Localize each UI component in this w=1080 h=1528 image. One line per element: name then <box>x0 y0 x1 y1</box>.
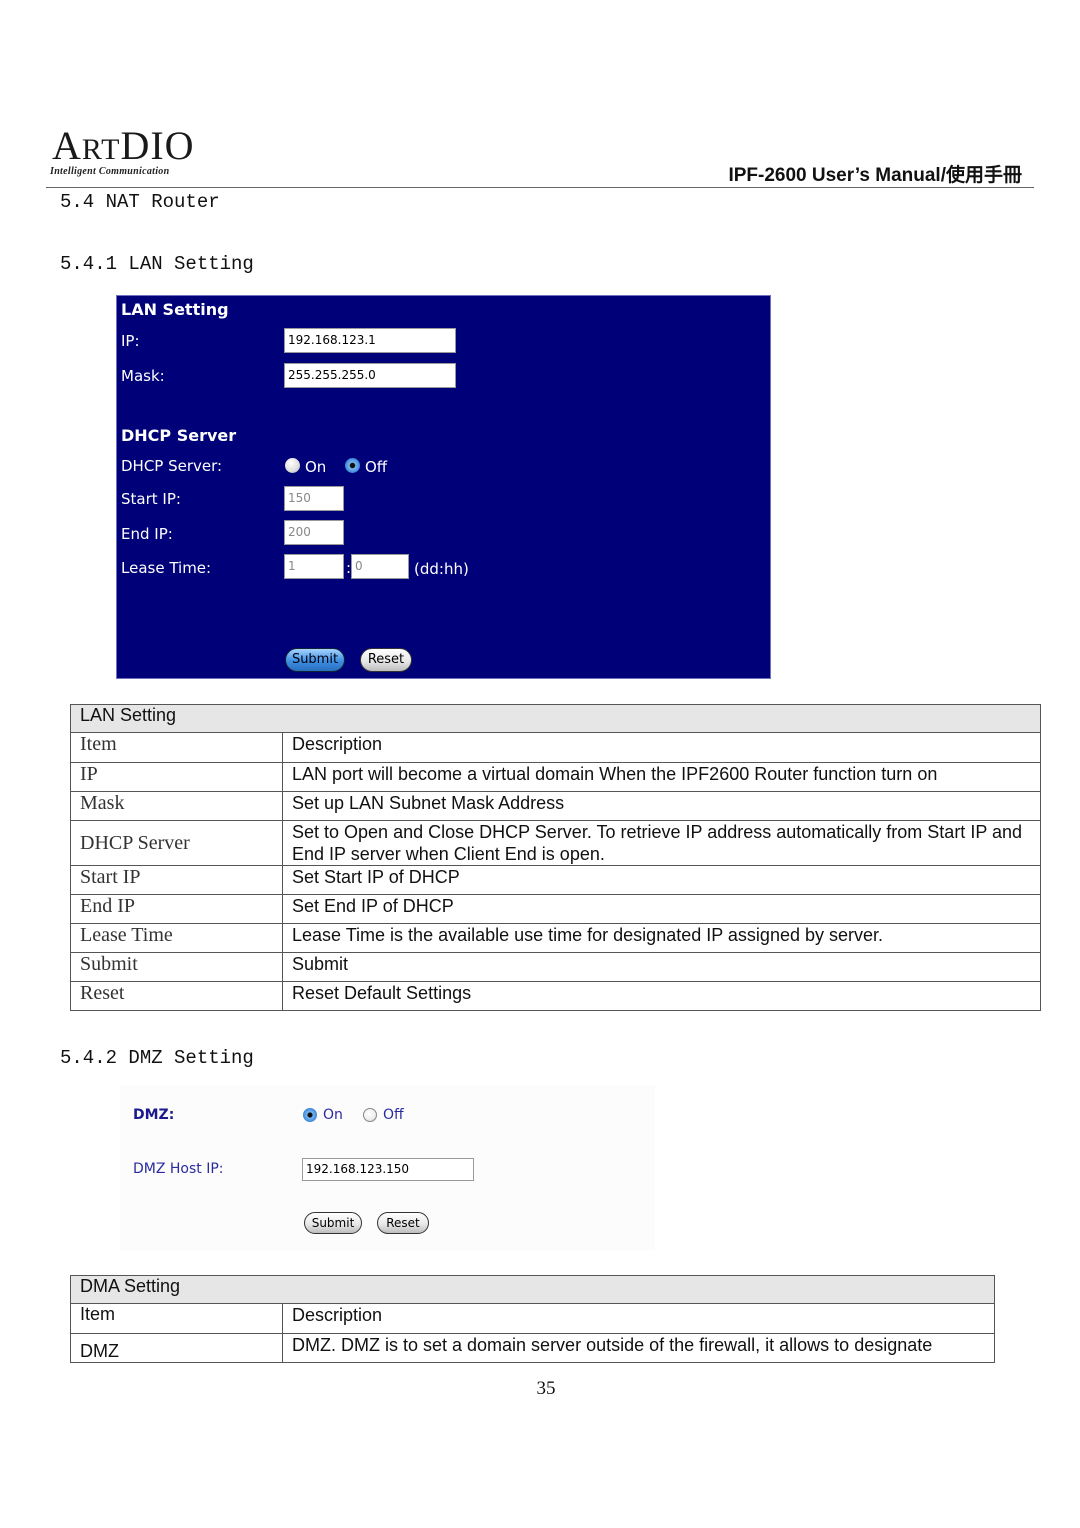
table-row: Lease Time Lease Time is the available u… <box>70 923 1041 953</box>
table-row: Start IP Set Start IP of DHCP <box>70 865 1041 895</box>
dhcp-on-radio[interactable] <box>285 458 300 473</box>
row-item: Lease Time <box>70 923 283 953</box>
dmz-setting-table: DMA Setting Item Description DMZ DMZ. DM… <box>70 1275 995 1363</box>
section-nat-router: 5.4 NAT Router <box>60 191 220 213</box>
table-row: Reset Reset Default Settings <box>70 981 1041 1011</box>
row-item: DMZ <box>70 1333 283 1363</box>
row-item: Start IP <box>70 865 283 895</box>
dmz-on-label: On <box>323 1107 343 1123</box>
ip-label: IP: <box>121 332 140 350</box>
lan-setting-panel: LAN Setting IP: 192.168.123.1 Mask: 255.… <box>116 295 771 679</box>
row-item: End IP <box>70 894 283 924</box>
ip-input[interactable]: 192.168.123.1 <box>284 328 456 353</box>
row-description: Submit <box>282 952 1041 982</box>
dhcp-section-title: DHCP Server <box>121 426 237 445</box>
logo-letter-d: D <box>120 123 151 168</box>
artdio-logo: ARTDIO <box>52 126 195 166</box>
page-number: 35 <box>536 1378 556 1399</box>
row-description: LAN port will become a virtual domain Wh… <box>282 762 1041 792</box>
dmz-submit-button[interactable]: Submit <box>304 1212 362 1234</box>
end-ip-label: End IP: <box>121 525 173 543</box>
dmz-table-header-item: Item <box>70 1303 283 1334</box>
row-description: Set End IP of DHCP <box>282 894 1041 924</box>
lease-days-input[interactable]: 1 <box>284 554 344 579</box>
mask-input[interactable]: 255.255.255.0 <box>284 363 456 388</box>
row-item: Mask <box>70 791 283 821</box>
dhcp-on-label: On <box>305 458 327 476</box>
table-row: End IP Set End IP of DHCP <box>70 894 1041 924</box>
dhcp-off-label: Off <box>365 458 388 476</box>
logo-letter-a: A <box>52 123 82 168</box>
start-ip-label: Start IP: <box>121 490 181 508</box>
dhcp-off-radio[interactable] <box>345 458 360 473</box>
section-lan-setting: 5.4.1 LAN Setting <box>60 253 254 275</box>
lease-hours-input[interactable]: 0 <box>351 554 409 579</box>
header-divider <box>46 187 1034 188</box>
lan-submit-button[interactable]: Submit <box>285 648 345 672</box>
section-dmz-setting: 5.4.2 DMZ Setting <box>60 1047 254 1069</box>
dmz-off-label: Off <box>383 1107 404 1123</box>
logo-letters-io: IO <box>150 123 195 168</box>
lease-unit-label: (dd:hh) <box>414 560 469 578</box>
table-row: Mask Set up LAN Subnet Mask Address <box>70 791 1041 821</box>
start-ip-input[interactable]: 150 <box>284 486 344 511</box>
row-item: IP <box>70 762 283 792</box>
dmz-reset-button[interactable]: Reset <box>377 1212 429 1234</box>
end-ip-input[interactable]: 200 <box>284 520 344 545</box>
dhcp-server-label: DHCP Server: <box>121 457 223 475</box>
table-row: Submit Submit <box>70 952 1041 982</box>
manual-title: IPF-2600 User’s Manual/使用手冊 <box>728 165 1022 186</box>
logo-tagline: Intelligent Communication <box>50 166 170 177</box>
lan-setting-table: LAN Setting Item Description IP LAN port… <box>70 704 1041 1011</box>
lan-table-header-description: Description <box>282 732 1041 763</box>
dmz-label: DMZ: <box>133 1107 175 1123</box>
table-row: DHCP Server Set to Open and Close DHCP S… <box>70 820 1041 866</box>
row-description: Set up LAN Subnet Mask Address <box>282 791 1041 821</box>
lan-table-caption: LAN Setting <box>70 704 1041 733</box>
lan-reset-button[interactable]: Reset <box>360 648 412 672</box>
row-item: Submit <box>70 952 283 982</box>
logo-letters-rt: RT <box>81 133 121 166</box>
row-description: Set to Open and Close DHCP Server. To re… <box>282 820 1041 866</box>
dmz-on-radio[interactable] <box>303 1108 317 1122</box>
dmz-off-radio[interactable] <box>363 1108 377 1122</box>
lan-panel-title: LAN Setting <box>121 300 229 319</box>
mask-label: Mask: <box>121 367 165 385</box>
row-item: Reset <box>70 981 283 1011</box>
row-description: DMZ. DMZ is to set a domain server outsi… <box>282 1333 995 1363</box>
dmz-setting-panel: DMZ: On Off DMZ Host IP: 192.168.123.150… <box>120 1085 655 1250</box>
lan-table-header-item: Item <box>70 732 283 763</box>
table-row: IP LAN port will become a virtual domain… <box>70 762 1041 792</box>
dmz-host-ip-input[interactable]: 192.168.123.150 <box>302 1158 474 1181</box>
dmz-table-caption: DMA Setting <box>70 1275 995 1304</box>
row-description: Reset Default Settings <box>282 981 1041 1011</box>
dmz-host-ip-label: DMZ Host IP: <box>133 1161 224 1177</box>
table-row: DMZ DMZ. DMZ is to set a domain server o… <box>70 1333 995 1363</box>
dmz-table-header-description: Description <box>282 1303 995 1334</box>
row-item: DHCP Server <box>70 820 283 866</box>
row-description: Set Start IP of DHCP <box>282 865 1041 895</box>
row-description: Lease Time is the available use time for… <box>282 923 1041 953</box>
lease-time-label: Lease Time: <box>121 559 212 577</box>
